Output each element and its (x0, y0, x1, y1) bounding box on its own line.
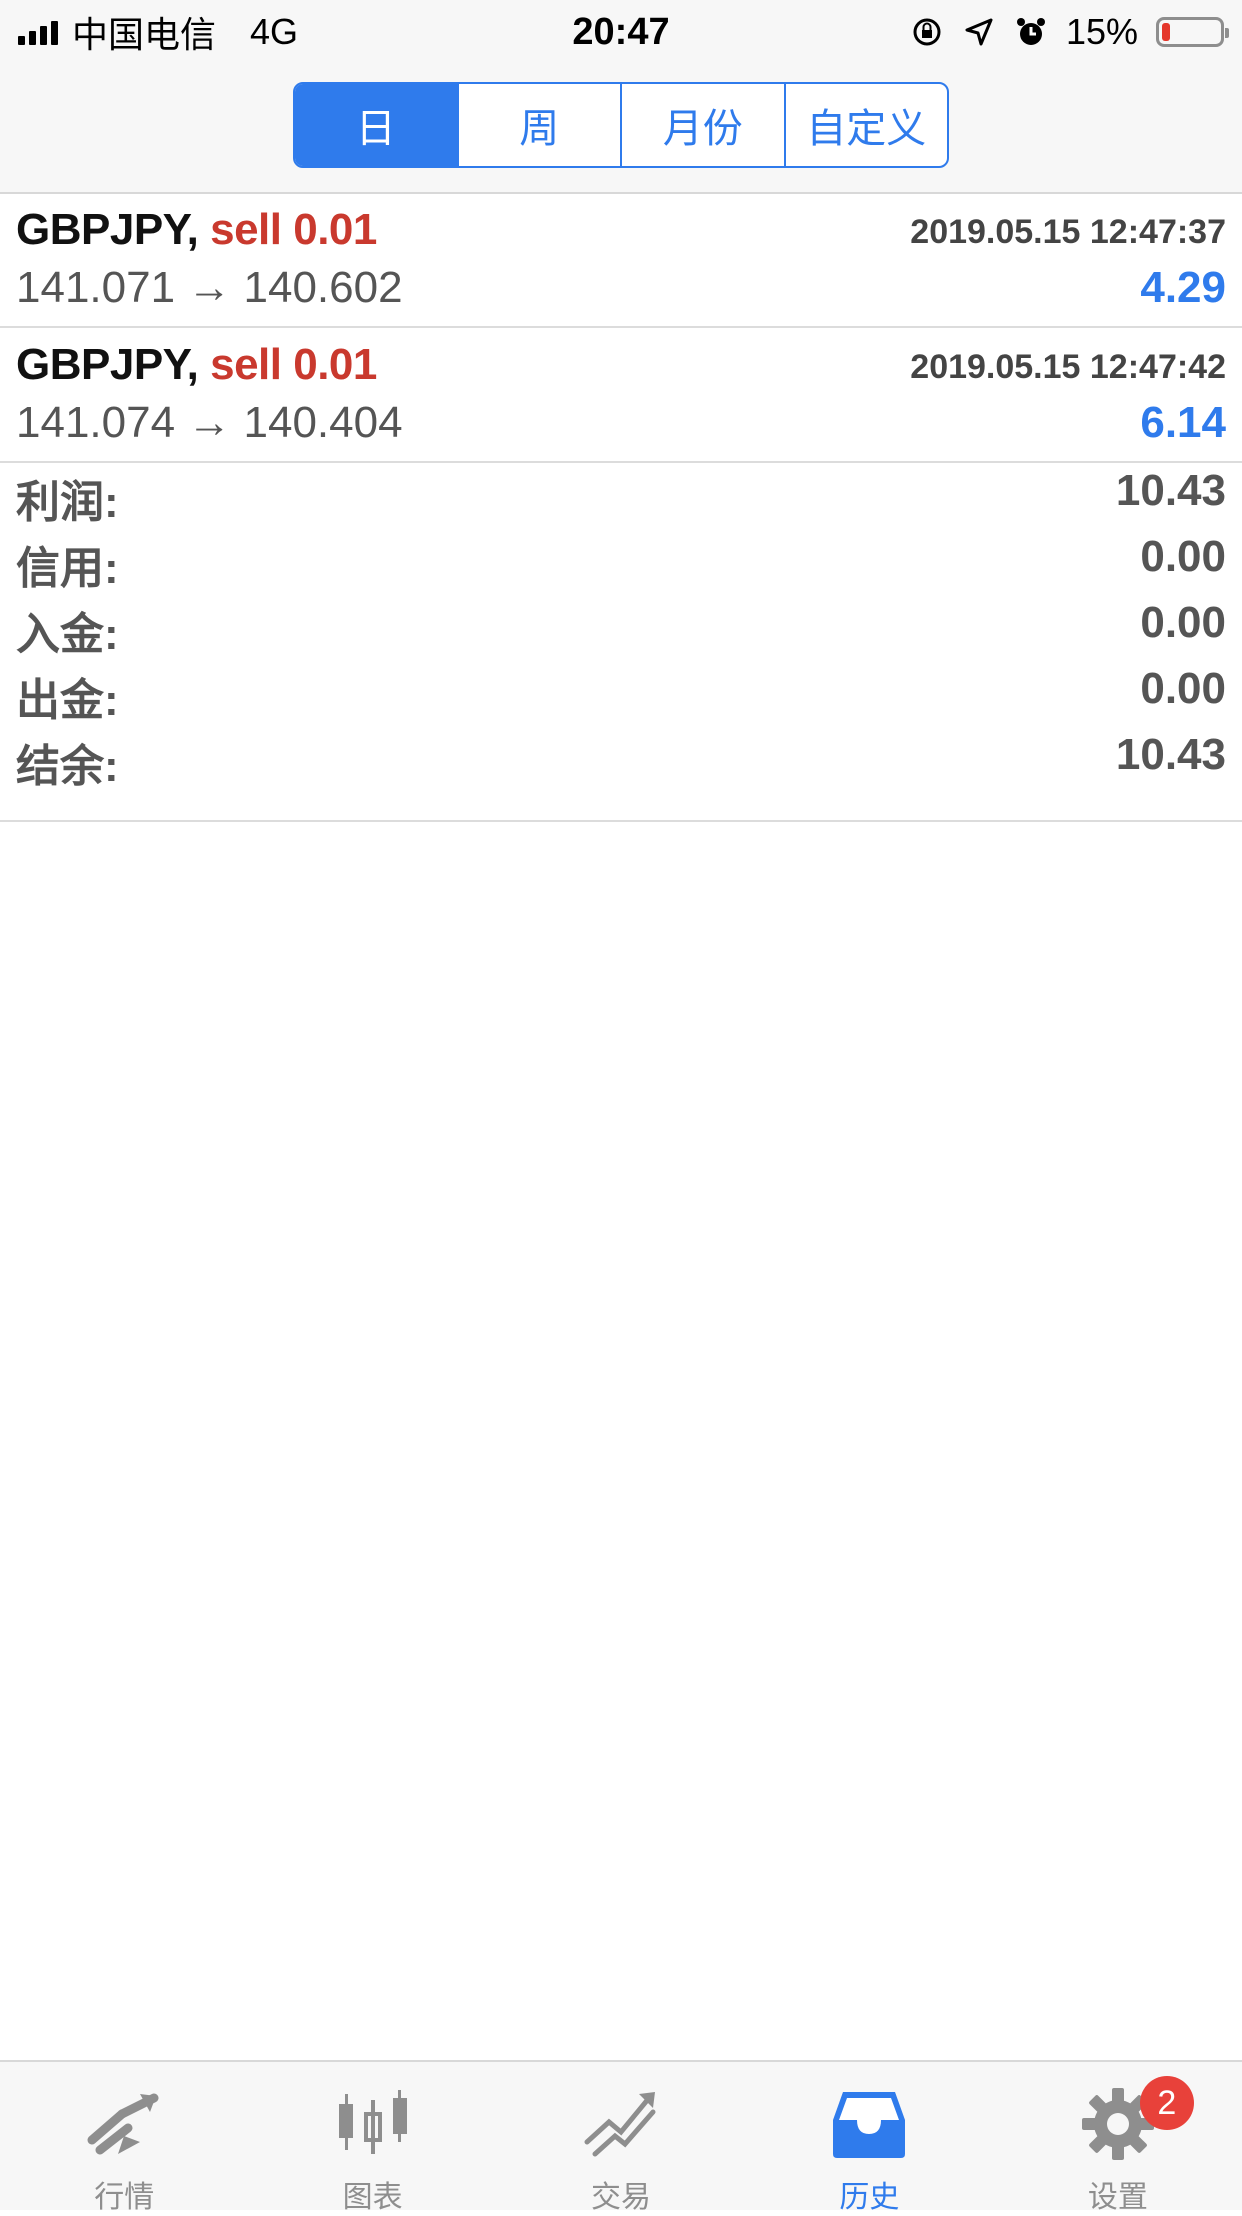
quotes-icon (87, 2093, 159, 2155)
status-bar: 中国电信 4G 20:47 15% (0, 0, 1242, 66)
deal-profit: 4.29 (1140, 263, 1226, 312)
deal-row[interactable]: GBPJPY, sell 0.01 2019.05.15 12:47:42 14… (0, 328, 1242, 463)
tab-label: 历史 (839, 2181, 900, 2214)
deal-symbol-name: GBPJPY, (16, 340, 199, 389)
battery-level (1162, 23, 1170, 41)
deal-side: sell 0.01 (210, 205, 377, 254)
summary-credit: 信用: 0.00 (0, 526, 1242, 593)
summary-profit: 利润: 10.43 (0, 460, 1242, 527)
summary-value: 0.00 (1140, 532, 1226, 581)
deals-list: GBPJPY, sell 0.01 2019.05.15 12:47:37 14… (0, 193, 1242, 463)
deal-symbol-name: GBPJPY, (16, 205, 199, 254)
summary-balance: 结余: 10.43 (0, 724, 1242, 791)
tab-settings[interactable]: 2 设置 (994, 2062, 1242, 2214)
history-icon (833, 2092, 906, 2158)
battery-percent: 15% (1065, 11, 1138, 52)
summary-label: 结余: (16, 742, 119, 791)
period-segmented-control: 日 周 月份 自定义 (293, 82, 949, 168)
deal-time: 2019.05.15 12:47:42 (910, 348, 1226, 386)
battery-icon (1156, 17, 1229, 47)
summary-value: 10.43 (1115, 466, 1226, 515)
period-tab-custom[interactable]: 自定义 (783, 84, 948, 166)
tab-history[interactable]: 历史 (745, 2062, 993, 2214)
notification-badge: 2 (1139, 2076, 1194, 2130)
summary-label: 利润: (16, 478, 119, 527)
alarm-icon (1014, 15, 1048, 49)
summary-value: 0.00 (1140, 664, 1226, 713)
summary-deposit: 入金: 0.00 (0, 592, 1242, 659)
chart-icon (338, 2090, 407, 2154)
tab-trade[interactable]: 交易 (497, 2062, 745, 2214)
deal-prices: 141.074 → 140.404 (16, 398, 403, 447)
tab-label: 图表 (342, 2181, 403, 2214)
deal-symbol: GBPJPY, sell 0.01 (16, 340, 377, 390)
tab-label: 行情 (94, 2181, 155, 2214)
location-icon (962, 15, 996, 49)
tab-bar: 行情 图表 交易 历史 2 设置 (0, 2060, 1242, 2214)
deal-prices: 141.071 → 140.602 (16, 263, 403, 312)
tab-quotes[interactable]: 行情 (0, 2062, 248, 2214)
period-tab-week[interactable]: 周 (456, 84, 621, 166)
status-bar-right: 15% (910, 8, 1229, 56)
summary-label: 出金: (16, 676, 119, 725)
summary-value: 10.43 (1115, 730, 1226, 779)
summary-value: 0.00 (1140, 598, 1226, 647)
period-tab-day[interactable]: 日 (295, 84, 457, 166)
tab-label: 交易 (591, 2181, 652, 2214)
header: 日 周 月份 自定义 (0, 66, 1242, 194)
orientation-lock-icon (910, 15, 944, 49)
deal-side: sell 0.01 (210, 340, 377, 389)
tab-label: 设置 (1087, 2181, 1148, 2214)
deal-time: 2019.05.15 12:47:37 (910, 213, 1226, 251)
deal-row[interactable]: GBPJPY, sell 0.01 2019.05.15 12:47:37 14… (0, 193, 1242, 328)
tab-chart[interactable]: 图表 (248, 2062, 496, 2214)
summary-label: 信用: (16, 544, 119, 593)
trade-icon (584, 2092, 656, 2157)
summary-section: 利润: 10.43 信用: 0.00 入金: 0.00 出金: 0.00 结余:… (0, 460, 1242, 822)
deal-symbol: GBPJPY, sell 0.01 (16, 205, 377, 255)
summary-withdrawal: 出金: 0.00 (0, 658, 1242, 725)
period-tab-month[interactable]: 月份 (620, 84, 784, 166)
summary-label: 入金: (16, 610, 119, 659)
deal-profit: 6.14 (1140, 398, 1226, 447)
